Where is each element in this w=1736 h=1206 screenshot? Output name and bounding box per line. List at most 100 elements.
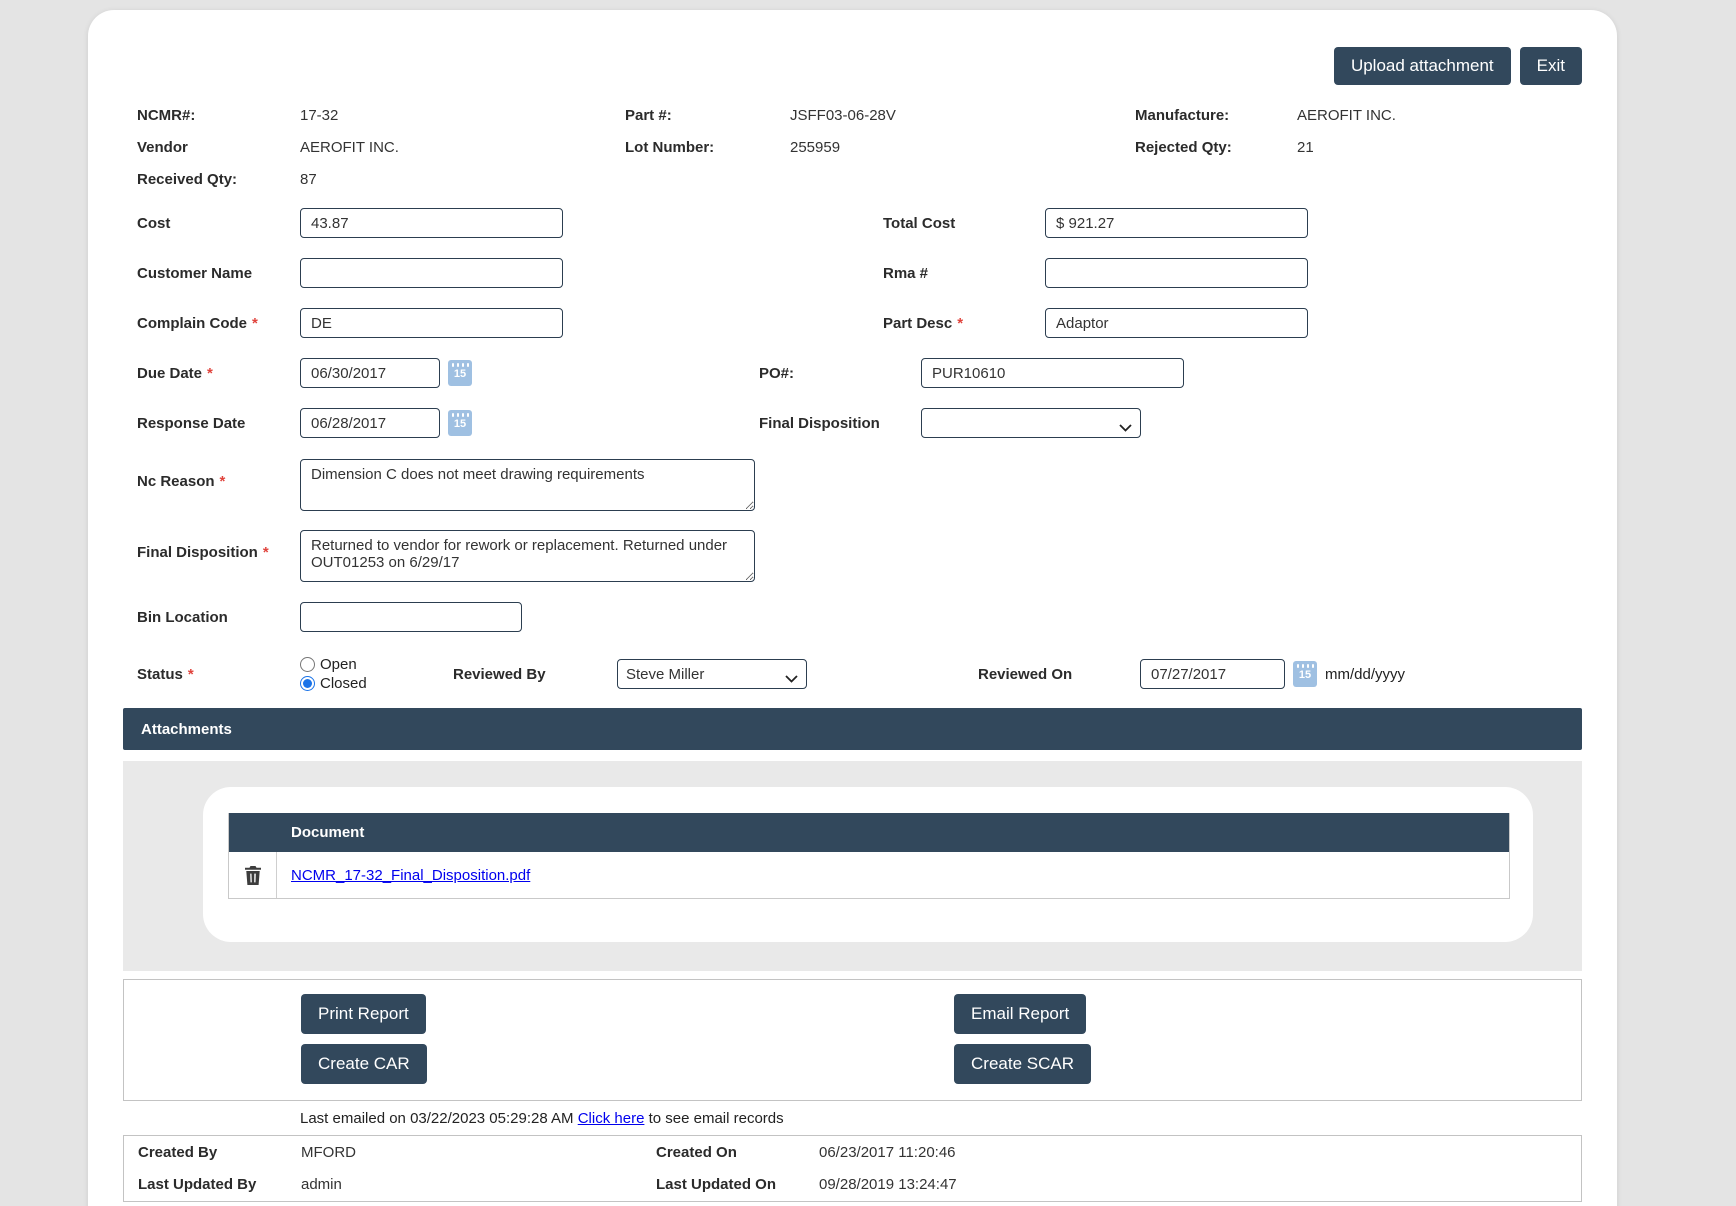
last-updated-on-value: 09/28/2019 13:24:47 bbox=[819, 1176, 957, 1193]
calendar-icon[interactable]: 15 bbox=[1293, 661, 1317, 687]
required-asterisk: * bbox=[252, 314, 258, 332]
bin-location-input[interactable] bbox=[300, 602, 522, 632]
part-number-value: JSFF03-06-28V bbox=[790, 107, 896, 124]
table-row: NCMR_17-32_Final_Disposition.pdf bbox=[229, 852, 1509, 898]
date-format-hint: mm/dd/yyyy bbox=[1325, 665, 1406, 683]
nc-reason-textarea[interactable]: Dimension C does not meet drawing requir… bbox=[300, 459, 755, 511]
total-cost-label: Total Cost bbox=[883, 214, 956, 232]
header-info-grid: NCMR#: 17-32 Part #: JSFF03-06-28V Manuf… bbox=[123, 107, 1582, 188]
upload-attachment-button[interactable]: Upload attachment bbox=[1333, 47, 1511, 85]
received-qty-value: 87 bbox=[300, 171, 317, 188]
row-nc-reason: Nc Reason * Dimension C does not meet dra… bbox=[123, 459, 1582, 511]
customer-name-label: Customer Name bbox=[137, 264, 253, 282]
row-response-date: Response Date 15 Final Disposition bbox=[123, 408, 1582, 438]
created-on-label: Created On bbox=[656, 1144, 737, 1161]
calendar-icon-day: 15 bbox=[453, 418, 467, 430]
row-cost: Cost Total Cost bbox=[123, 208, 1582, 238]
response-date-label: Response Date bbox=[137, 414, 246, 432]
lot-number-label: Lot Number: bbox=[625, 139, 715, 156]
calendar-icon[interactable]: 15 bbox=[448, 360, 472, 386]
created-on-value: 06/23/2017 11:20:46 bbox=[819, 1144, 956, 1161]
required-asterisk: * bbox=[207, 364, 213, 382]
document-cell: NCMR_17-32_Final_Disposition.pdf bbox=[277, 852, 530, 898]
last-emailed-suffix: to see email records bbox=[648, 1110, 784, 1127]
total-cost-input[interactable] bbox=[1045, 208, 1308, 238]
response-date-input[interactable] bbox=[300, 408, 440, 438]
final-disposition-label: Final Disposition * bbox=[137, 544, 269, 561]
documents-table: Document NCMR_17-32_Final_Disposition.pd… bbox=[228, 813, 1510, 899]
customer-name-input[interactable] bbox=[300, 258, 563, 288]
rejected-qty-value: 21 bbox=[1297, 139, 1314, 156]
po-input[interactable] bbox=[921, 358, 1184, 388]
ncmr-number-value: 17-32 bbox=[300, 107, 339, 124]
attachments-panel: Document NCMR_17-32_Final_Disposition.pd… bbox=[123, 761, 1582, 971]
reviewed-by-select[interactable]: Steve Miller bbox=[617, 659, 807, 689]
cost-input[interactable] bbox=[300, 208, 563, 238]
status-closed-radio[interactable] bbox=[300, 676, 315, 691]
calendar-icon-day: 15 bbox=[1298, 669, 1312, 681]
row-final-disposition: Final Disposition * Returned to vendor fo… bbox=[123, 530, 1582, 582]
last-updated-by-label: Last Updated By bbox=[138, 1176, 257, 1193]
status-open-option[interactable]: Open bbox=[300, 656, 420, 673]
reviewed-by-select-wrap: Steve Miller bbox=[617, 659, 807, 689]
due-date-input[interactable] bbox=[300, 358, 440, 388]
reviewed-on-label: Reviewed On bbox=[978, 665, 1073, 683]
print-report-button[interactable]: Print Report bbox=[301, 994, 426, 1034]
ncmr-number-label: NCMR#: bbox=[137, 107, 196, 124]
required-asterisk: * bbox=[957, 314, 964, 332]
final-disposition-textarea[interactable]: Returned to vendor for rework or replace… bbox=[300, 530, 755, 582]
email-records-link[interactable]: Click here bbox=[578, 1110, 645, 1127]
po-label: PO#: bbox=[759, 364, 795, 382]
received-qty-label: Received Qty: bbox=[137, 171, 238, 188]
create-scar-button[interactable]: Create SCAR bbox=[954, 1044, 1091, 1084]
action-row: Create CAR Create SCAR bbox=[301, 1044, 1581, 1084]
last-updated-by-value: admin bbox=[301, 1176, 342, 1193]
trash-icon bbox=[244, 865, 261, 885]
attachments-inner-panel: Document NCMR_17-32_Final_Disposition.pd… bbox=[203, 787, 1533, 942]
exit-button[interactable]: Exit bbox=[1519, 47, 1582, 85]
reviewed-on-input[interactable] bbox=[1140, 659, 1285, 689]
created-by-label: Created By bbox=[138, 1144, 218, 1161]
required-asterisk: * bbox=[187, 665, 194, 683]
calendar-icon[interactable]: 15 bbox=[448, 410, 472, 436]
top-toolbar: Upload attachment Exit bbox=[123, 10, 1582, 85]
action-row: Print Report Email Report bbox=[301, 994, 1581, 1034]
attachments-header: Attachments bbox=[123, 708, 1582, 750]
complain-code-input[interactable] bbox=[300, 308, 563, 338]
vendor-label: Vendor bbox=[137, 139, 188, 156]
row-status: Status * Open Closed Reviewed By Steve Mi… bbox=[123, 656, 1582, 692]
required-asterisk: * bbox=[262, 544, 269, 561]
status-open-label: Open bbox=[320, 656, 357, 673]
calendar-icon-day: 15 bbox=[453, 368, 467, 380]
due-date-label: Due Date * bbox=[137, 364, 213, 382]
bin-location-label: Bin Location bbox=[137, 608, 228, 626]
row-due-date: Due Date* 15 PO#: bbox=[123, 358, 1582, 388]
attachments-title: Attachments bbox=[141, 720, 232, 738]
last-emailed-text: Last emailed on 03/22/2023 05:29:28 AM bbox=[300, 1110, 574, 1127]
ncmr-form-card: Upload attachment Exit NCMR#: 17-32 Part… bbox=[88, 10, 1617, 1206]
complain-code-label: Complain Code * bbox=[137, 314, 258, 332]
documents-table-header: Document bbox=[229, 813, 1509, 852]
required-asterisk: * bbox=[219, 473, 226, 490]
document-link[interactable]: NCMR_17-32_Final_Disposition.pdf bbox=[291, 867, 530, 884]
rma-input[interactable] bbox=[1045, 258, 1308, 288]
status-closed-label: Closed bbox=[320, 675, 367, 692]
status-radio-group: Open Closed bbox=[300, 656, 420, 692]
part-desc-input[interactable] bbox=[1045, 308, 1308, 338]
final-disposition-dropdown-label: Final Disposition bbox=[759, 414, 880, 432]
last-emailed-note: Last emailed on 03/22/2023 05:29:28 AM C… bbox=[123, 1110, 1582, 1127]
manufacture-value: AEROFIT INC. bbox=[1297, 107, 1396, 124]
status-open-radio[interactable] bbox=[300, 657, 315, 672]
part-desc-label: Part Desc * bbox=[883, 314, 964, 332]
status-closed-option[interactable]: Closed bbox=[300, 675, 420, 692]
last-updated-on-label: Last Updated On bbox=[656, 1176, 777, 1193]
lot-number-value: 255959 bbox=[790, 139, 841, 156]
audit-info-box: Created By MFORD Created On 06/23/2017 1… bbox=[123, 1135, 1582, 1202]
email-report-button[interactable]: Email Report bbox=[954, 994, 1087, 1034]
final-disposition-select[interactable] bbox=[921, 408, 1141, 438]
rma-label: Rma # bbox=[883, 264, 929, 282]
nc-reason-label: Nc Reason * bbox=[137, 473, 226, 490]
row-bin-location: Bin Location bbox=[123, 602, 1582, 632]
create-car-button[interactable]: Create CAR bbox=[301, 1044, 427, 1084]
delete-attachment-button[interactable] bbox=[229, 852, 277, 898]
